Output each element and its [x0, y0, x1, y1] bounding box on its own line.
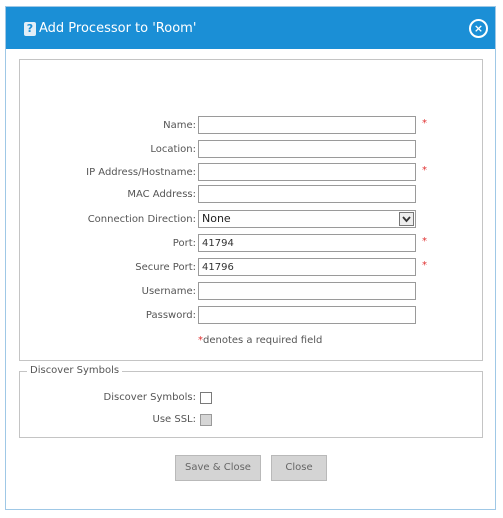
- required-field-note: *denotes a required field: [198, 334, 322, 348]
- close-icon[interactable]: ×: [469, 19, 488, 38]
- ip-address-required-marker: *: [422, 165, 427, 176]
- discover-symbols-group: Discover Symbols Discover Symbols: Use S…: [19, 364, 483, 438]
- connection-direction-select[interactable]: None: [198, 210, 416, 228]
- chevron-down-icon[interactable]: [399, 212, 414, 226]
- password-input[interactable]: [198, 306, 416, 324]
- mac-address-label: MAC Address:: [127, 189, 196, 200]
- name-label: Name:: [163, 120, 196, 131]
- secure-port-required-marker: *: [422, 260, 427, 271]
- mac-address-input[interactable]: [198, 185, 416, 203]
- ip-address-label: IP Address/Hostname:: [86, 167, 196, 178]
- close-button[interactable]: Close: [271, 455, 327, 481]
- processor-form: Name: * Location: IP Address/Hostname: *…: [19, 59, 483, 361]
- required-note-text: denotes a required field: [203, 335, 323, 346]
- username-label: Username:: [141, 286, 196, 297]
- location-label: Location:: [150, 144, 196, 155]
- name-required-marker: *: [422, 118, 427, 129]
- connection-direction-label: Connection Direction:: [87, 214, 196, 225]
- help-icon[interactable]: ?: [24, 22, 36, 36]
- port-input[interactable]: [198, 234, 416, 252]
- dialog-titlebar[interactable]: ? Add Processor to 'Room' ×: [6, 7, 495, 49]
- save-close-button[interactable]: Save & Close: [175, 455, 261, 481]
- discover-symbols-legend: Discover Symbols: [27, 364, 123, 378]
- ip-address-input[interactable]: [198, 163, 416, 181]
- secure-port-input[interactable]: [198, 258, 416, 276]
- connection-direction-value: None: [202, 212, 231, 225]
- username-input[interactable]: [198, 282, 416, 300]
- dialog-title: Add Processor to 'Room': [39, 21, 197, 36]
- port-required-marker: *: [422, 236, 427, 247]
- add-processor-dialog: ? Add Processor to 'Room' × Name: * Loca…: [5, 6, 496, 510]
- use-ssl-checkbox[interactable]: [200, 414, 212, 426]
- location-input[interactable]: [198, 140, 416, 158]
- name-input[interactable]: [198, 116, 416, 134]
- use-ssl-label: Use SSL:: [152, 414, 197, 425]
- discover-symbols-label: Discover Symbols:: [103, 392, 197, 403]
- password-label: Password:: [145, 310, 196, 321]
- port-label: Port:: [172, 238, 196, 249]
- secure-port-label: Secure Port:: [135, 262, 196, 273]
- discover-symbols-checkbox[interactable]: [200, 392, 212, 404]
